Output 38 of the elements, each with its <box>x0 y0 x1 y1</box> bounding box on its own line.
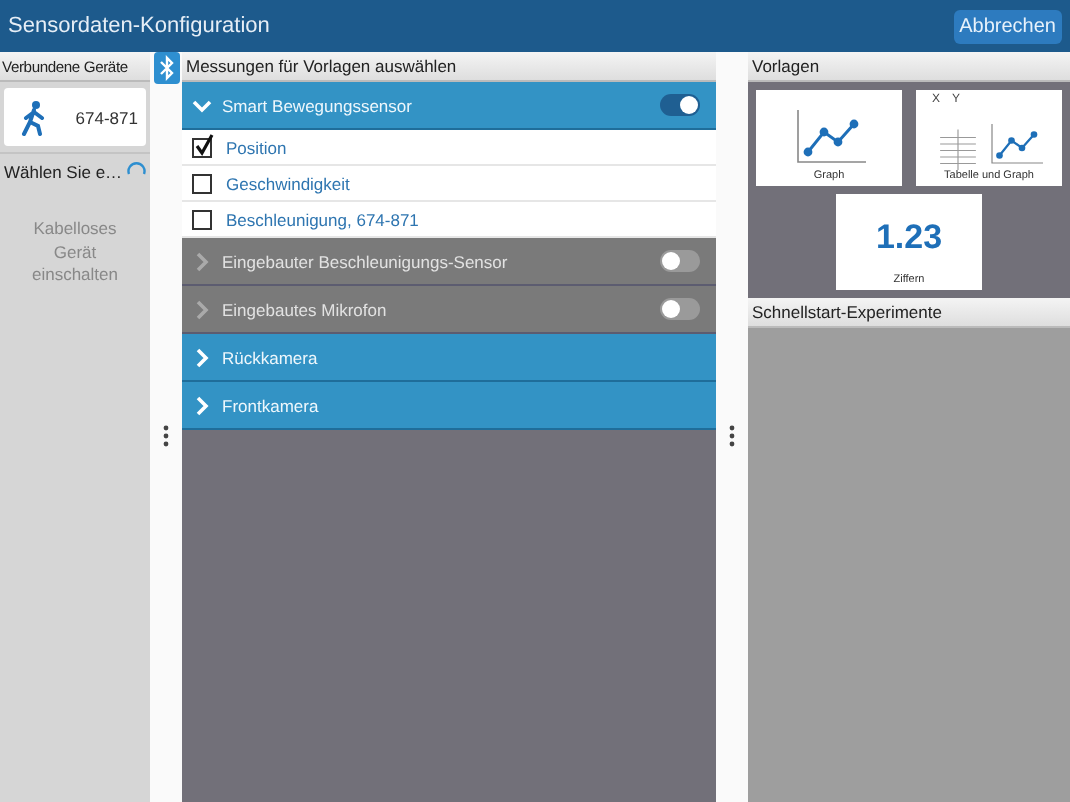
panel-header: Schnellstart-Experimente <box>748 298 1070 328</box>
chevron-icon <box>192 395 212 415</box>
chevron-icon <box>192 299 212 319</box>
walking-person-icon <box>20 99 48 135</box>
sensor-name: Rückkamera <box>222 347 320 367</box>
drag-handle-icon[interactable] <box>728 424 736 448</box>
sensor-name: Smart Bewegungssensor <box>222 95 414 115</box>
chevron-icon <box>192 251 212 271</box>
chevron-icon <box>192 347 212 367</box>
sensor-row[interactable]: Eingebauter Beschleunigungs-Sensor <box>182 238 716 286</box>
line-chart-icon <box>985 120 1045 170</box>
checkbox[interactable] <box>192 173 212 193</box>
bluetooth-icon[interactable] <box>153 52 179 84</box>
measurement-label[interactable]: Position <box>226 137 287 157</box>
hint-text: Kabelloses Gerät einschalten <box>29 218 120 287</box>
device-card[interactable]: 674-871 <box>4 88 146 146</box>
sensor-name: Frontkamera <box>222 395 321 415</box>
toggle-switch[interactable] <box>660 250 700 272</box>
checkbox[interactable] <box>192 137 212 157</box>
panel-header: Messungen für Vorlagen auswählen <box>182 52 716 82</box>
sensor-row[interactable]: Rückkamera <box>182 334 716 382</box>
sensor-name: Eingebauter Beschleunigungs-Sensor <box>222 251 510 271</box>
device-name: 674-871 <box>75 107 138 127</box>
sensor-row[interactable]: Eingebautes Mikrofon <box>182 286 716 334</box>
chevron-icon <box>192 95 212 115</box>
toggle-switch[interactable] <box>660 298 700 320</box>
drag-handle-icon[interactable] <box>162 424 170 448</box>
panel-header: Vorlagen <box>748 52 1070 82</box>
measurement-label[interactable]: Geschwindigkeit <box>226 173 350 193</box>
choose-device-label: Wählen Sie e… <box>4 162 123 182</box>
sensor-name: Eingebautes Mikrofon <box>222 299 389 319</box>
toggle-switch[interactable] <box>660 94 700 116</box>
checkbox[interactable] <box>192 209 212 229</box>
digits-value: 1.23 <box>875 218 943 258</box>
sensor-row[interactable]: Smart Bewegungssensor <box>182 82 716 130</box>
cancel-button[interactable]: Abbrechen <box>953 9 1062 43</box>
window-title: Sensordaten-Konfiguration <box>8 14 270 38</box>
sensor-row[interactable]: Frontkamera <box>182 382 716 430</box>
